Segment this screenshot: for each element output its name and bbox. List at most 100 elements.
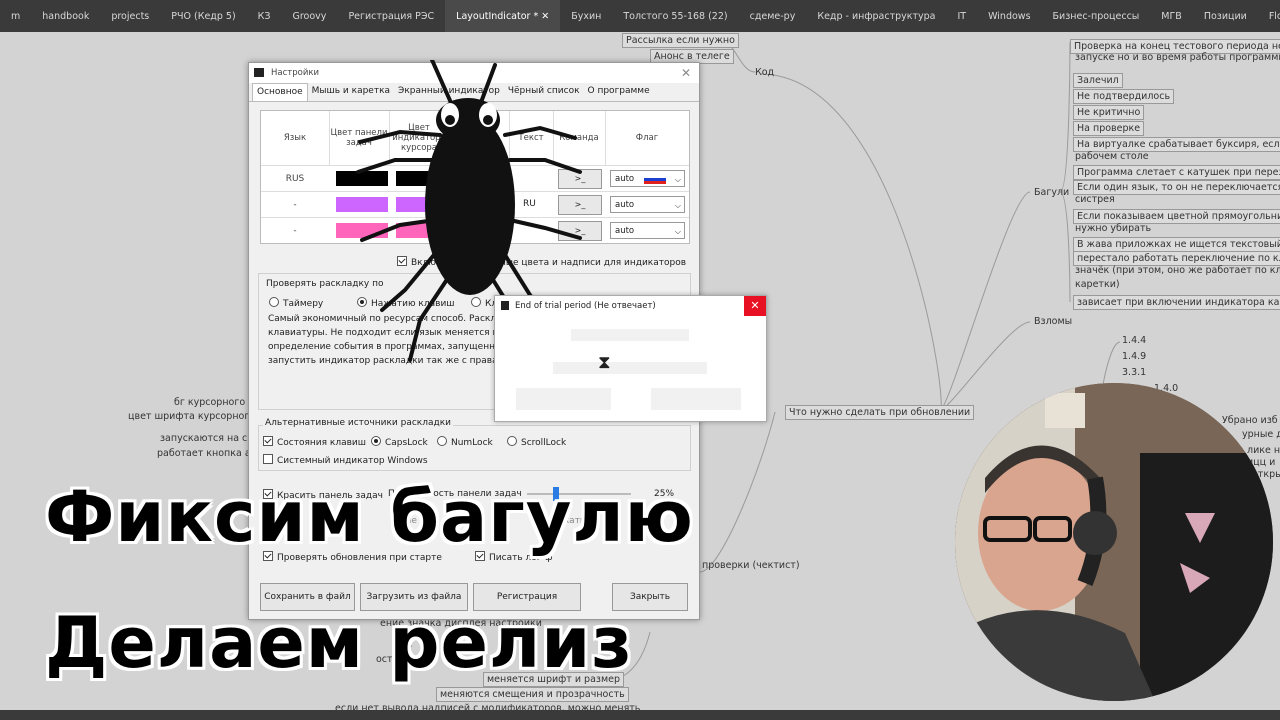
tab-8[interactable]: Бухин [560,0,612,32]
capslock-label: CapsLock [385,438,428,448]
bug-item[interactable]: На проверке [1073,121,1145,136]
bug-item[interactable]: систрея [1073,194,1117,205]
tab-1[interactable]: handbook [31,0,100,32]
tab-17[interactable]: Flowers [1258,0,1280,32]
bug-item[interactable]: нужно убирать [1073,223,1153,234]
settings-title: Настройки [271,68,320,78]
bug-item[interactable]: рабочем столе [1073,151,1151,162]
node-hacks[interactable]: Взломы [1032,316,1074,327]
chevron-down-icon: ⌵ [674,201,681,210]
tab-9[interactable]: Толстого 55-168 (22) [612,0,738,32]
flag-select[interactable]: auto ⌵ [610,222,685,239]
caption-line-2: Делаем релиз [45,602,633,684]
tab-3[interactable]: РЧО (Кедр 5) [160,0,246,32]
bug-item[interactable]: перестало работать переключение по клику… [1073,251,1280,266]
chevron-down-icon: ⌵ [674,175,681,184]
tab-0[interactable]: m [0,0,31,32]
app-icon [254,68,264,77]
webcam-overlay [955,383,1273,701]
caption-line-1: Фиксим багулю [45,476,694,558]
close-icon[interactable]: ✕ [744,296,766,316]
tab-2[interactable]: projects [100,0,160,32]
bug-item[interactable]: На виртуалке срабатывает буксиря, если ф… [1073,137,1280,152]
node-version-2[interactable]: 1.4.9 [1120,351,1148,362]
bug-item[interactable]: зависает при включении индикатора каретк… [1073,295,1280,310]
key-state-checkbox[interactable]: Состояния клавиш [263,436,366,448]
popup-title: End of trial period (Не отвечает) [515,301,656,311]
bug-item[interactable]: Не подтвердилось [1073,89,1175,104]
col-language: Язык [261,111,330,165]
bug-item[interactable]: Если один язык, то он не переключается п… [1073,180,1280,195]
browser-tab-bar: m handbook projects РЧО (Кедр 5) КЗ Groovy Рег… [0,0,1280,32]
blank-button[interactable] [516,388,611,410]
row-language[interactable]: - [261,218,329,244]
radio-icon [371,436,381,446]
tab-10[interactable]: сдеме-ру [739,0,807,32]
chevron-down-icon: ⌵ [674,227,681,236]
tab-6[interactable]: Регистрация РЭС [337,0,445,32]
trial-popup: End of trial period (Не отвечает) ✕ ⧗ [494,295,767,422]
node-right-partial-2: урные друг [1242,429,1280,440]
bug-item[interactable]: значёк (при этом, оно же работает по кли… [1073,265,1280,276]
hourglass-icon: ⧗ [598,352,611,373]
alt-sources-title: Альтернативные источники раскладки [263,418,454,428]
node-checklist[interactable]: проверки (чектист) [700,560,802,571]
radio-icon [269,297,279,307]
flag-select-value: auto [615,226,635,236]
tab-15[interactable]: МГВ [1150,0,1193,32]
status-bar [0,710,1280,720]
tab-12[interactable]: IT [947,0,978,32]
bug-item[interactable]: В жава приложках не ищется текстовый кур… [1073,237,1280,252]
tab-13[interactable]: Windows [977,0,1041,32]
checkbox-icon [263,454,273,464]
node-mailing[interactable]: Рассылка если нужно [622,33,739,48]
scrolllock-label: ScrollLock [521,438,567,448]
bug-item[interactable]: Если показываем цветной прямоугольник, ч… [1073,209,1280,224]
tab-16[interactable]: Позиции [1193,0,1258,32]
radio-capslock[interactable]: CapsLock [371,436,428,448]
tab-14[interactable]: Бизнес-процессы [1042,0,1151,32]
popup-titlebar[interactable]: End of trial period (Не отвечает) ✕ [495,296,766,316]
radio-icon [507,436,517,446]
tab-7[interactable]: LayoutIndicator * ✕ [445,0,561,32]
system-indicator-checkbox[interactable]: Системный индикатор Windows [263,454,428,466]
col-flag: Флаг [635,133,659,143]
node-update[interactable]: Что нужно сделать при обновлении [785,405,975,420]
bug-item[interactable]: Не критично [1073,105,1145,120]
flag-select-value: auto [615,174,635,184]
node-version-1[interactable]: 1.4.4 [1120,335,1148,346]
checkbox-icon [263,436,273,446]
radio-scrolllock[interactable]: ScrollLock [507,436,566,448]
tab-4[interactable]: КЗ [247,0,282,32]
radio-timer-label: Таймеру [283,299,324,309]
tab-5[interactable]: Groovy [282,0,338,32]
russia-flag-icon [644,175,666,184]
node-offset[interactable]: меняются смещения и прозрачность [436,687,629,702]
bug-item[interactable]: Программа слетает с катушек при перезапу… [1073,165,1280,180]
node-bugs[interactable]: Багули [1032,187,1071,198]
node-version-3[interactable]: 3.3.1 [1120,367,1148,378]
key-state-label: Состояния клавиш [277,438,367,448]
tab-11[interactable]: Кедр - инфраструктура [806,0,946,32]
webcam-person [955,383,1273,701]
blank-area [571,329,689,341]
flag-select[interactable]: auto ⌵ [610,196,685,213]
system-indicator-label: Системный индикатор Windows [277,456,428,466]
close-icon[interactable]: ✕ [681,63,691,83]
node-trial-check-2: запуске но и во время работы программы. [1075,52,1280,63]
tab-general[interactable]: Основное [252,83,308,101]
bug-item[interactable]: каретки) [1073,279,1122,290]
bug-item[interactable]: Залечил [1073,73,1123,88]
blank-button[interactable] [651,388,741,410]
flag-select-value: auto [615,200,635,210]
node-code[interactable]: Код [753,67,776,78]
row-language[interactable]: RUS [261,166,329,192]
radio-timer[interactable]: Таймеру [269,297,323,309]
flag-select[interactable]: auto ⌵ [610,170,685,187]
flag-icon [501,301,509,310]
node-right-partial-1: Убрано изб [1222,415,1278,426]
numlock-label: NumLock [451,438,493,448]
radio-icon [437,436,447,446]
radio-numlock[interactable]: NumLock [437,436,493,448]
row-language[interactable]: - [261,192,329,218]
